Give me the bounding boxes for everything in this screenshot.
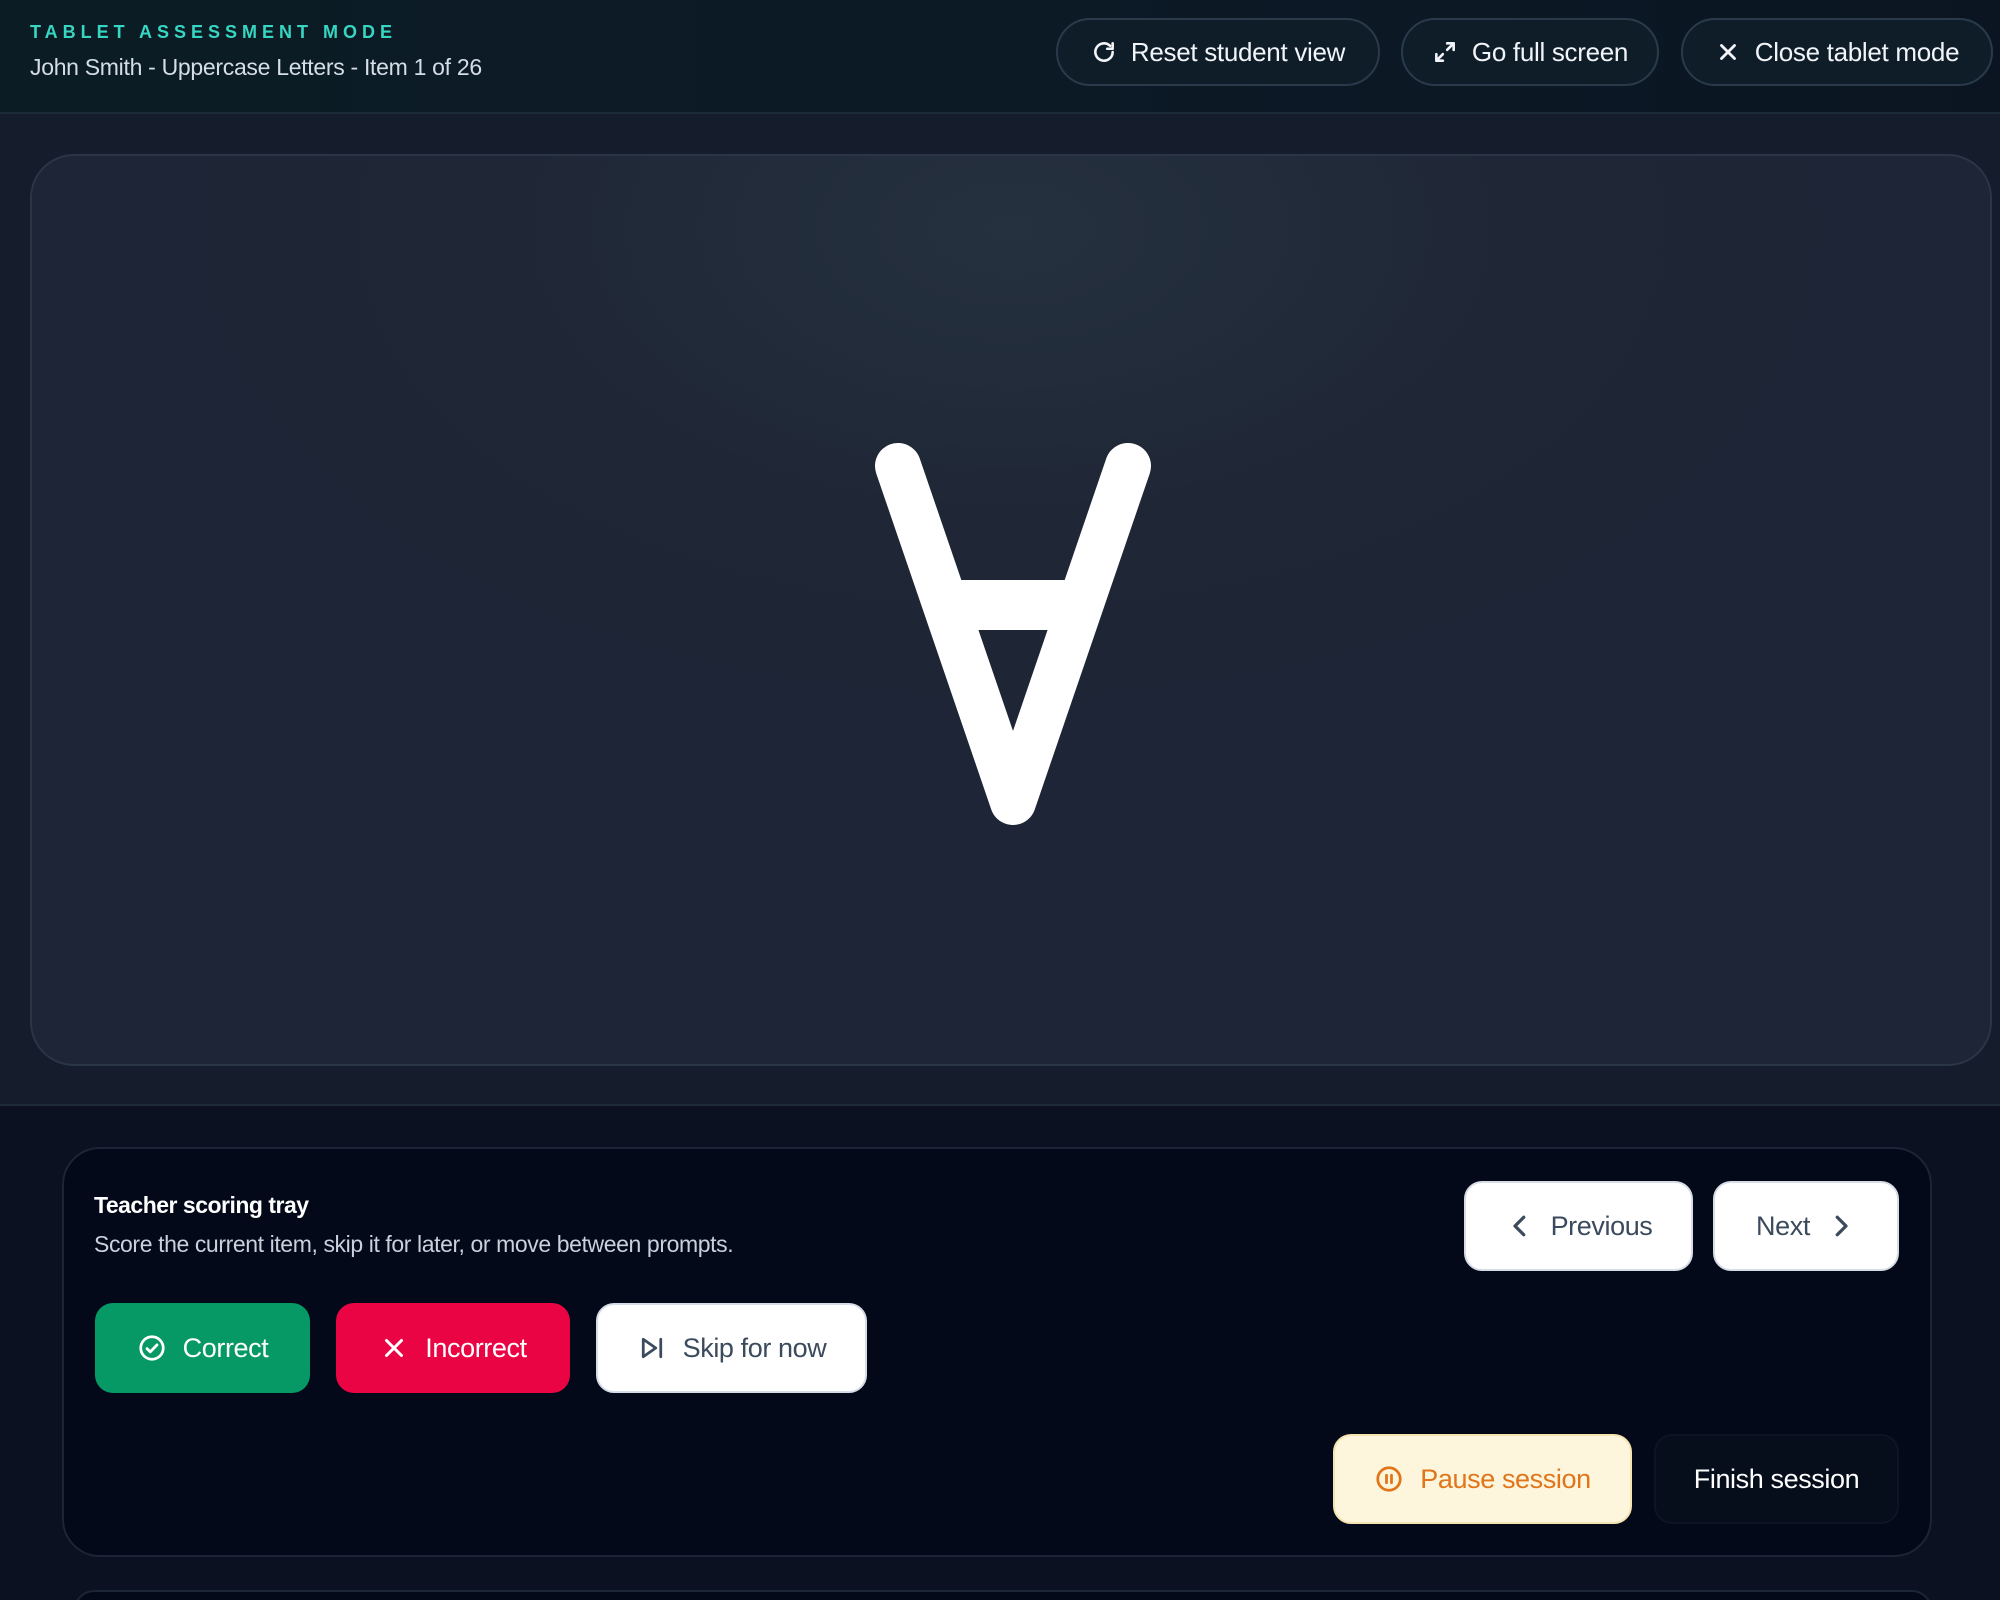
incorrect-button[interactable]: Incorrect <box>336 1303 570 1393</box>
tray-subtitle: Score the current item, skip it for late… <box>94 1231 734 1257</box>
next-label: Next <box>1756 1210 1810 1241</box>
pause-session-button[interactable]: Pause session <box>1333 1434 1632 1524</box>
session-info: John Smith - Uppercase Letters - Item 1 … <box>30 54 482 80</box>
next-panel-edge <box>74 1590 1932 1600</box>
close-icon <box>1719 44 1736 60</box>
expand-icon <box>1434 42 1455 62</box>
correct-label: Correct <box>182 1332 269 1363</box>
pause-label: Pause session <box>1420 1463 1591 1494</box>
mode-label: TABLET ASSESSMENT MODE <box>30 22 398 42</box>
app-header: TABLET ASSESSMENT MODE John Smith - Uppe… <box>0 0 2000 114</box>
previous-label: Previous <box>1550 1210 1653 1241</box>
student-stage <box>30 154 1992 1066</box>
incorrect-label: Incorrect <box>425 1332 527 1363</box>
finish-session-button[interactable]: Finish session <box>1654 1434 1899 1524</box>
fullscreen-label: Go full screen <box>1471 36 1629 67</box>
chevron-left-icon <box>1512 1215 1525 1237</box>
go-full-screen-button[interactable]: Go full screen <box>1401 18 1659 86</box>
check-circle-icon <box>139 1335 165 1361</box>
prompt-letter-a-rotated <box>875 443 1151 825</box>
reset-label: Reset student view <box>1130 36 1346 67</box>
skip-for-now-button[interactable]: Skip for now <box>596 1303 867 1393</box>
chevron-right-icon <box>1835 1215 1848 1237</box>
refresh-icon <box>1093 42 1114 62</box>
correct-button[interactable]: Correct <box>95 1303 310 1393</box>
reset-student-view-button[interactable]: Reset student view <box>1056 18 1380 86</box>
close-tablet-mode-button[interactable]: Close tablet mode <box>1681 18 1993 86</box>
pause-circle-icon <box>1376 1466 1402 1492</box>
tray-title: Teacher scoring tray <box>94 1192 309 1218</box>
finish-label: Finish session <box>1693 1463 1860 1494</box>
previous-button[interactable]: Previous <box>1464 1181 1693 1271</box>
x-icon <box>385 1339 404 1357</box>
next-button[interactable]: Next <box>1713 1181 1899 1271</box>
skip-forward-icon <box>641 1337 662 1359</box>
close-label: Close tablet mode <box>1754 36 1960 67</box>
skip-label: Skip for now <box>682 1332 827 1363</box>
